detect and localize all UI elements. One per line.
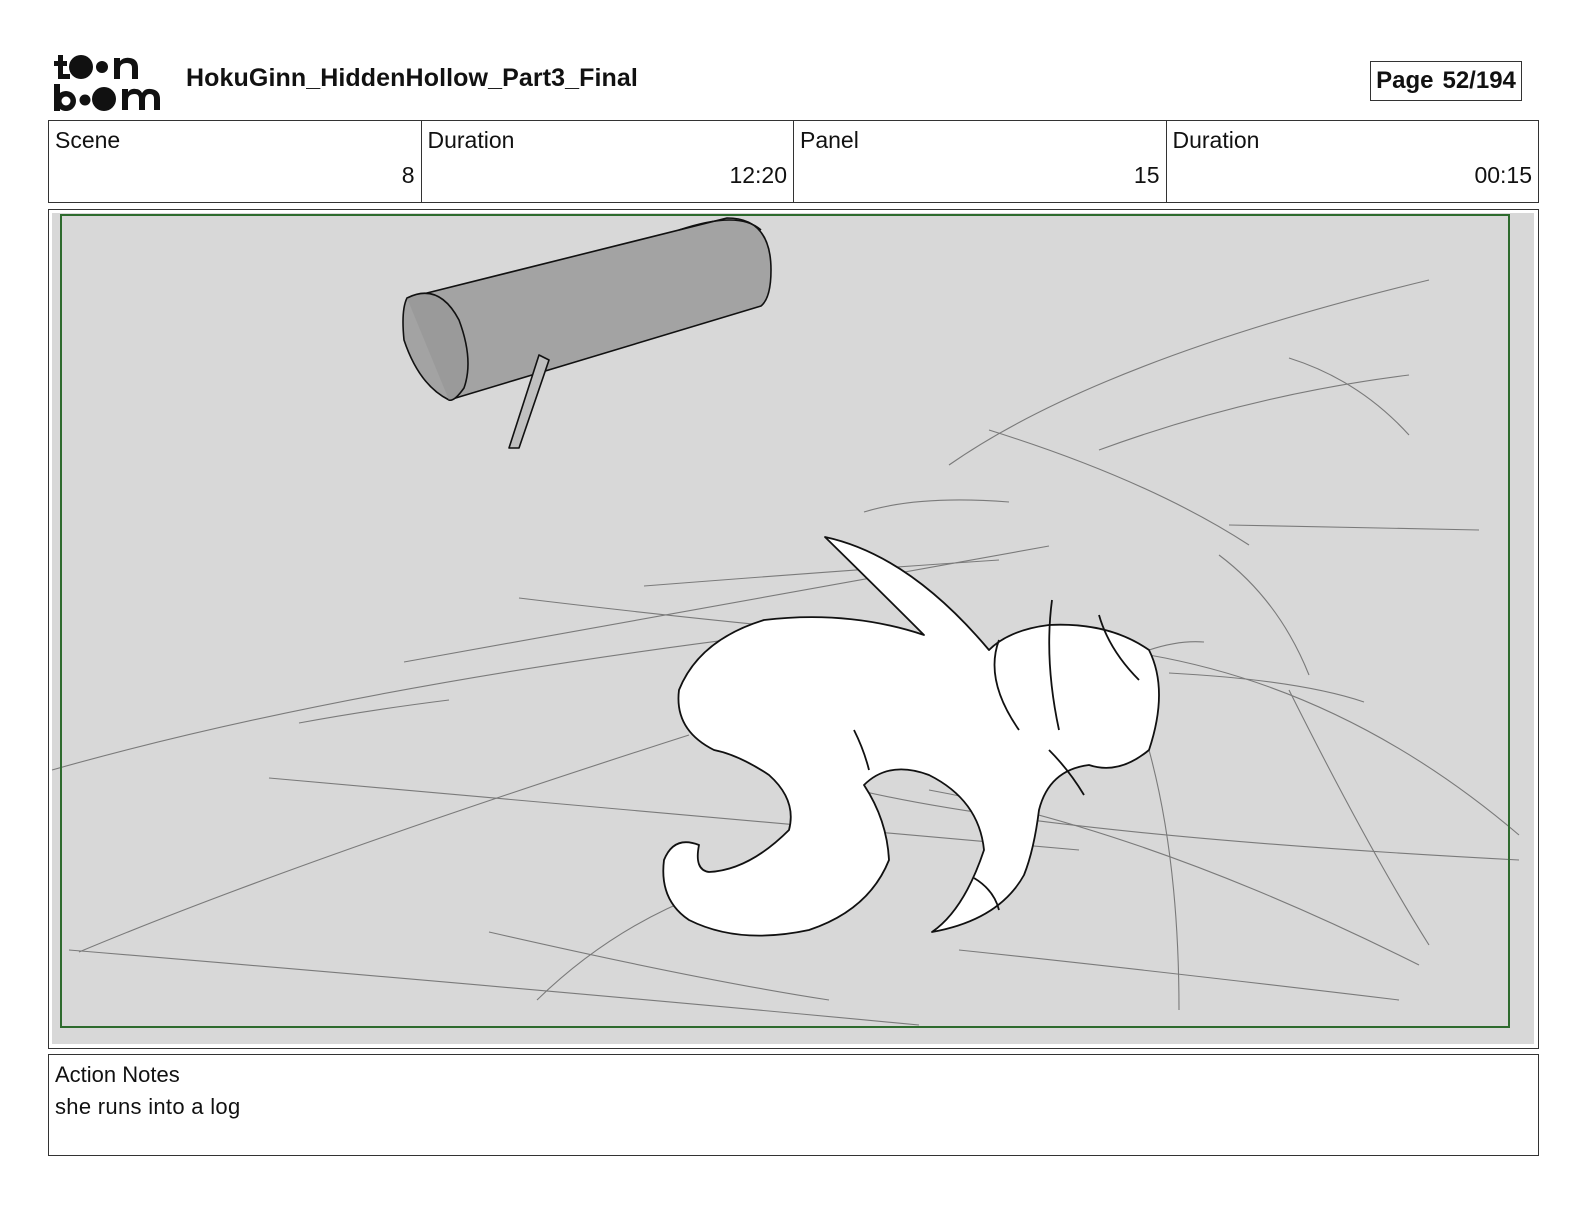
panel-value: 15	[1133, 162, 1160, 188]
page-label: Page	[1376, 67, 1434, 94]
action-notes-label: Action Notes	[55, 1062, 180, 1087]
panel-duration-cell: Duration 00:15	[1167, 121, 1539, 202]
action-notes-text: she runs into a log	[55, 1094, 241, 1119]
panel-cell: Panel 15	[794, 121, 1167, 202]
action-notes-box: Action Notes she runs into a log	[48, 1054, 1539, 1156]
scene-label: Scene	[55, 127, 121, 153]
panel-label: Panel	[800, 127, 859, 153]
page-value: 52/194	[1442, 67, 1516, 94]
panel-duration-value: 00:15	[1474, 162, 1532, 188]
toon-boom-logo	[54, 55, 160, 111]
scene-cell: Scene 8	[49, 121, 422, 202]
project-title: HokuGinn_HiddenHollow_Part3_Final	[186, 64, 638, 92]
scene-duration-cell: Duration 12:20	[422, 121, 794, 202]
panel-drawing	[51, 213, 1534, 1044]
scene-duration-label: Duration	[427, 127, 515, 153]
storyboard-panel	[48, 209, 1539, 1049]
scene-duration-value: 12:20	[729, 162, 787, 188]
panel-duration-label: Duration	[1172, 127, 1260, 153]
scene-value: 8	[401, 162, 415, 188]
panel-info-row: Scene 8 Duration 12:20 Panel 15 Duration…	[48, 120, 1539, 203]
page-indicator: Page 52/194	[1370, 61, 1522, 101]
